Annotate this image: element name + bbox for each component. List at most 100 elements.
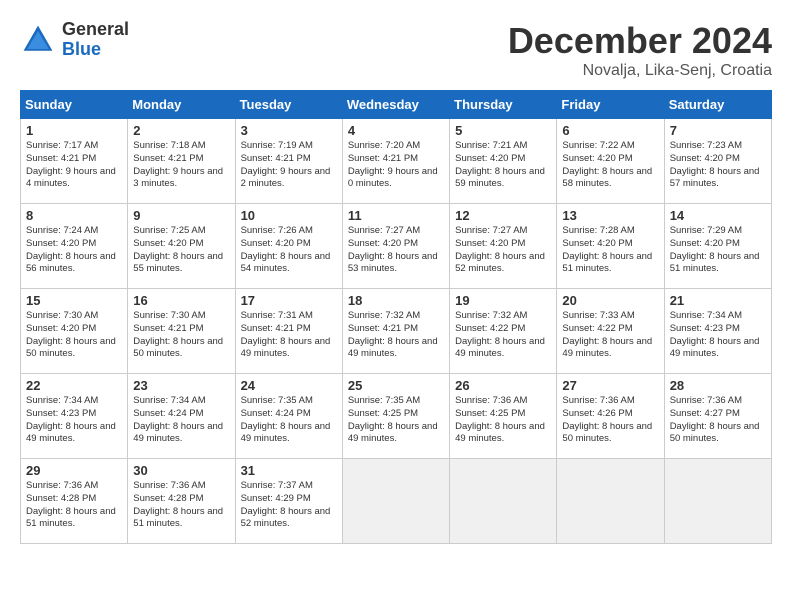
day-number: 25 [348,378,444,393]
weekday-header-friday: Friday [557,91,664,119]
calendar-body: 1 Sunrise: 7:17 AM Sunset: 4:21 PM Dayli… [21,119,772,544]
calendar-cell [342,459,449,544]
day-info: Sunrise: 7:34 AM Sunset: 4:24 PM Dayligh… [133,395,229,446]
day-number: 20 [562,293,658,308]
day-number: 10 [241,208,337,223]
day-info: Sunrise: 7:17 AM Sunset: 4:21 PM Dayligh… [26,140,122,191]
calendar-cell: 12 Sunrise: 7:27 AM Sunset: 4:20 PM Dayl… [450,204,557,289]
weekday-header-monday: Monday [128,91,235,119]
calendar-cell: 14 Sunrise: 7:29 AM Sunset: 4:20 PM Dayl… [664,204,771,289]
day-info: Sunrise: 7:23 AM Sunset: 4:20 PM Dayligh… [670,140,766,191]
weekday-header-sunday: Sunday [21,91,128,119]
day-number: 22 [26,378,122,393]
logo-icon [20,22,56,58]
logo-blue-text: Blue [62,40,129,60]
calendar-cell: 17 Sunrise: 7:31 AM Sunset: 4:21 PM Dayl… [235,289,342,374]
calendar-week-5: 29 Sunrise: 7:36 AM Sunset: 4:28 PM Dayl… [21,459,772,544]
day-number: 19 [455,293,551,308]
calendar-cell: 26 Sunrise: 7:36 AM Sunset: 4:25 PM Dayl… [450,374,557,459]
day-number: 16 [133,293,229,308]
day-number: 14 [670,208,766,223]
logo-general-text: General [62,20,129,40]
calendar-week-1: 1 Sunrise: 7:17 AM Sunset: 4:21 PM Dayli… [21,119,772,204]
calendar-cell: 24 Sunrise: 7:35 AM Sunset: 4:24 PM Dayl… [235,374,342,459]
day-number: 28 [670,378,766,393]
day-info: Sunrise: 7:20 AM Sunset: 4:21 PM Dayligh… [348,140,444,191]
day-info: Sunrise: 7:24 AM Sunset: 4:20 PM Dayligh… [26,225,122,276]
page-header: General Blue December 2024 Novalja, Lika… [20,20,772,80]
day-number: 7 [670,123,766,138]
day-number: 29 [26,463,122,478]
calendar-cell [450,459,557,544]
day-number: 15 [26,293,122,308]
day-number: 3 [241,123,337,138]
day-number: 4 [348,123,444,138]
day-info: Sunrise: 7:19 AM Sunset: 4:21 PM Dayligh… [241,140,337,191]
calendar-cell: 1 Sunrise: 7:17 AM Sunset: 4:21 PM Dayli… [21,119,128,204]
day-info: Sunrise: 7:25 AM Sunset: 4:20 PM Dayligh… [133,225,229,276]
calendar-cell: 21 Sunrise: 7:34 AM Sunset: 4:23 PM Dayl… [664,289,771,374]
logo: General Blue [20,20,129,60]
day-number: 1 [26,123,122,138]
calendar-week-2: 8 Sunrise: 7:24 AM Sunset: 4:20 PM Dayli… [21,204,772,289]
calendar-cell: 10 Sunrise: 7:26 AM Sunset: 4:20 PM Dayl… [235,204,342,289]
day-number: 17 [241,293,337,308]
day-number: 27 [562,378,658,393]
day-info: Sunrise: 7:36 AM Sunset: 4:28 PM Dayligh… [26,480,122,531]
day-number: 11 [348,208,444,223]
calendar-cell: 6 Sunrise: 7:22 AM Sunset: 4:20 PM Dayli… [557,119,664,204]
day-info: Sunrise: 7:28 AM Sunset: 4:20 PM Dayligh… [562,225,658,276]
calendar-table: SundayMondayTuesdayWednesdayThursdayFrid… [20,90,772,544]
day-number: 30 [133,463,229,478]
day-info: Sunrise: 7:36 AM Sunset: 4:27 PM Dayligh… [670,395,766,446]
calendar-cell: 7 Sunrise: 7:23 AM Sunset: 4:20 PM Dayli… [664,119,771,204]
calendar-cell: 9 Sunrise: 7:25 AM Sunset: 4:20 PM Dayli… [128,204,235,289]
day-number: 21 [670,293,766,308]
day-info: Sunrise: 7:33 AM Sunset: 4:22 PM Dayligh… [562,310,658,361]
calendar-cell: 13 Sunrise: 7:28 AM Sunset: 4:20 PM Dayl… [557,204,664,289]
day-info: Sunrise: 7:18 AM Sunset: 4:21 PM Dayligh… [133,140,229,191]
day-number: 6 [562,123,658,138]
weekday-header-saturday: Saturday [664,91,771,119]
day-info: Sunrise: 7:34 AM Sunset: 4:23 PM Dayligh… [670,310,766,361]
calendar-title: December 2024 [508,20,772,62]
day-info: Sunrise: 7:36 AM Sunset: 4:26 PM Dayligh… [562,395,658,446]
day-info: Sunrise: 7:37 AM Sunset: 4:29 PM Dayligh… [241,480,337,531]
day-info: Sunrise: 7:31 AM Sunset: 4:21 PM Dayligh… [241,310,337,361]
calendar-cell: 28 Sunrise: 7:36 AM Sunset: 4:27 PM Dayl… [664,374,771,459]
calendar-cell: 25 Sunrise: 7:35 AM Sunset: 4:25 PM Dayl… [342,374,449,459]
calendar-cell: 3 Sunrise: 7:19 AM Sunset: 4:21 PM Dayli… [235,119,342,204]
calendar-subtitle: Novalja, Lika-Senj, Croatia [508,62,772,80]
day-number: 24 [241,378,337,393]
calendar-cell: 23 Sunrise: 7:34 AM Sunset: 4:24 PM Dayl… [128,374,235,459]
calendar-cell: 15 Sunrise: 7:30 AM Sunset: 4:20 PM Dayl… [21,289,128,374]
calendar-cell: 8 Sunrise: 7:24 AM Sunset: 4:20 PM Dayli… [21,204,128,289]
day-info: Sunrise: 7:32 AM Sunset: 4:22 PM Dayligh… [455,310,551,361]
day-number: 2 [133,123,229,138]
day-info: Sunrise: 7:27 AM Sunset: 4:20 PM Dayligh… [348,225,444,276]
calendar-week-3: 15 Sunrise: 7:30 AM Sunset: 4:20 PM Dayl… [21,289,772,374]
calendar-cell: 30 Sunrise: 7:36 AM Sunset: 4:28 PM Dayl… [128,459,235,544]
calendar-cell [557,459,664,544]
day-info: Sunrise: 7:35 AM Sunset: 4:24 PM Dayligh… [241,395,337,446]
calendar-cell: 4 Sunrise: 7:20 AM Sunset: 4:21 PM Dayli… [342,119,449,204]
weekday-header-wednesday: Wednesday [342,91,449,119]
weekday-header-tuesday: Tuesday [235,91,342,119]
day-number: 8 [26,208,122,223]
day-info: Sunrise: 7:34 AM Sunset: 4:23 PM Dayligh… [26,395,122,446]
day-info: Sunrise: 7:21 AM Sunset: 4:20 PM Dayligh… [455,140,551,191]
title-block: December 2024 Novalja, Lika-Senj, Croati… [508,20,772,80]
day-number: 13 [562,208,658,223]
day-info: Sunrise: 7:22 AM Sunset: 4:20 PM Dayligh… [562,140,658,191]
day-number: 5 [455,123,551,138]
calendar-week-4: 22 Sunrise: 7:34 AM Sunset: 4:23 PM Dayl… [21,374,772,459]
day-info: Sunrise: 7:36 AM Sunset: 4:25 PM Dayligh… [455,395,551,446]
day-info: Sunrise: 7:27 AM Sunset: 4:20 PM Dayligh… [455,225,551,276]
day-number: 26 [455,378,551,393]
calendar-cell: 18 Sunrise: 7:32 AM Sunset: 4:21 PM Dayl… [342,289,449,374]
day-info: Sunrise: 7:30 AM Sunset: 4:20 PM Dayligh… [26,310,122,361]
calendar-cell [664,459,771,544]
calendar-cell: 27 Sunrise: 7:36 AM Sunset: 4:26 PM Dayl… [557,374,664,459]
calendar-cell: 16 Sunrise: 7:30 AM Sunset: 4:21 PM Dayl… [128,289,235,374]
day-info: Sunrise: 7:36 AM Sunset: 4:28 PM Dayligh… [133,480,229,531]
